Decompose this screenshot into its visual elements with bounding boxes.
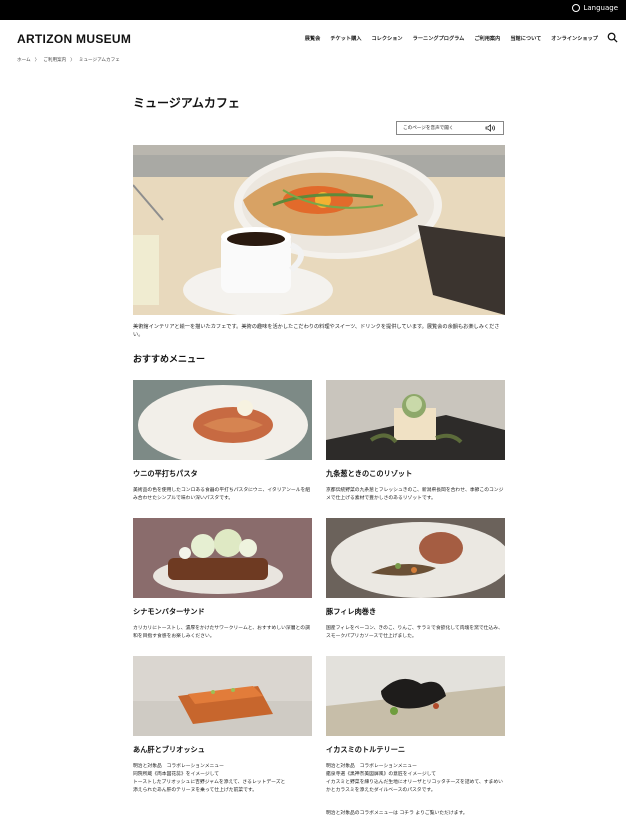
breadcrumb: ホーム 〉 ご利用案内 〉 ミュージアムカフェ <box>17 57 120 63</box>
section-title: おすすめメニュー <box>133 355 206 365</box>
nav-item-tickets[interactable]: チケット購入 <box>330 35 361 42</box>
language-label: Language <box>583 4 618 12</box>
menu-photo <box>326 656 505 736</box>
site-logo[interactable]: ARTIZON MUSEUM <box>17 32 131 46</box>
site-header: ARTIZON MUSEUM 展覧会 チケット購入 コレクション ラーニングプロ… <box>0 20 626 54</box>
menu-photo <box>326 380 505 460</box>
menu-card: 豚フィレ肉巻き 国産フィレをベーコン、きのこ、りんご、サラミで食欲化して肉塊を窯… <box>326 518 505 641</box>
nav-item-exhibitions[interactable]: 展覧会 <box>305 35 321 42</box>
nav-item-visit[interactable]: ご利用案内 <box>474 35 500 42</box>
menu-name: ウニの平打ちパスタ <box>133 469 198 478</box>
menu-card: 九条葱ときのこのリゾット 京都伝統野菜の九条葱とフレッシュきのこ、新潟県長岡を合… <box>326 380 505 503</box>
hero-photo <box>133 145 505 315</box>
globe-icon <box>572 4 581 12</box>
nav-item-collection[interactable]: コレクション <box>371 35 402 42</box>
menu-description: 美術品の色を使用したコンロある食器の平打ちパスタにウニ、イタリアンールを組み合わ… <box>133 488 311 501</box>
menu-photo <box>133 656 312 736</box>
menu-photo <box>326 518 505 598</box>
breadcrumb-separator: 〉 <box>70 58 75 63</box>
menu-name: あん肝とブリオッシュ <box>133 745 205 754</box>
menu-description: 京都伝統野菜の九条葱とフレッシュきのこ、新潟県長岡を合わせ、季節このコンジメで仕… <box>326 488 504 501</box>
nav-item-learning[interactable]: ラーニングプログラム <box>413 35 465 42</box>
menu-card: あん肝とブリオッシュ 明治と対象品 コラボレーションメニュー 同院所蔵《両本図花… <box>133 656 312 795</box>
menu-name: シナモンバターサンド <box>133 607 205 616</box>
main-nav: 展覧会 チケット購入 コレクション ラーニングプログラム ご利用案内 当館につい… <box>305 35 598 42</box>
breadcrumb-separator: 〉 <box>34 58 40 63</box>
intro-text: 美術館インテリアと絵一を描いたカフェです。美術の趣味を活かしたこだわりの料理やス… <box>133 324 500 338</box>
menu-photo <box>133 518 312 598</box>
breadcrumb-current: ミュージアムカフェ <box>78 58 120 63</box>
menu-card: イカスミのトルテリーニ 明治と対象品 コラボレーションメニュー 鑑泉寺選《黒神奈… <box>326 656 505 795</box>
menu-description: カリカリにトーストし、濃厚をかけたサワークリームと、おすすめしい深層との調和を目… <box>133 626 310 639</box>
menu-description: 国産フィレをベーコン、きのこ、りんご、サラミで食欲化して肉塊を窯で仕込み、スモー… <box>326 626 503 639</box>
hero-photo-illustration <box>133 145 505 315</box>
breadcrumb-visit[interactable]: ご利用案内 <box>43 57 66 63</box>
menu-name: 豚フィレ肉巻き <box>326 607 377 616</box>
menu-photo <box>133 380 312 460</box>
listen-label: このページを音声で聞く <box>403 126 454 131</box>
menu-description: 明治と対象品 コラボレーションメニュー 同院所蔵《両本図花蕊》をイメージして ト… <box>133 764 286 793</box>
nav-item-about[interactable]: 当館について <box>510 35 541 42</box>
menu-card: ウニの平打ちパスタ 美術品の色を使用したコンロある食器の平打ちパスタにウニ、イタ… <box>133 380 312 503</box>
collab-note: 明治と対象品のコラボメニューは コチラ よりご覧いただけます。 <box>326 811 468 816</box>
top-bar: Language <box>0 0 626 20</box>
language-switch[interactable]: Language <box>572 4 618 12</box>
menu-card: シナモンバターサンド カリカリにトーストし、濃厚をかけたサワークリームと、おすす… <box>133 518 312 641</box>
menu-name: イカスミのトルテリーニ <box>326 745 406 754</box>
search-icon[interactable] <box>607 32 618 43</box>
menu-description: 明治と対象品 コラボレーションメニュー 鑑泉寺選《黒神奈美図屏風》の意匠をイメー… <box>326 764 503 793</box>
menu-name: 九条葱ときのこのリゾット <box>326 469 413 478</box>
listen-button[interactable]: このページを音声で聞く <box>396 121 504 135</box>
nav-item-shop[interactable]: オンラインショップ <box>551 35 598 42</box>
breadcrumb-home[interactable]: ホーム <box>17 57 31 63</box>
speaker-icon <box>485 124 496 132</box>
page-title: ミュージアムカフェ <box>133 96 240 110</box>
